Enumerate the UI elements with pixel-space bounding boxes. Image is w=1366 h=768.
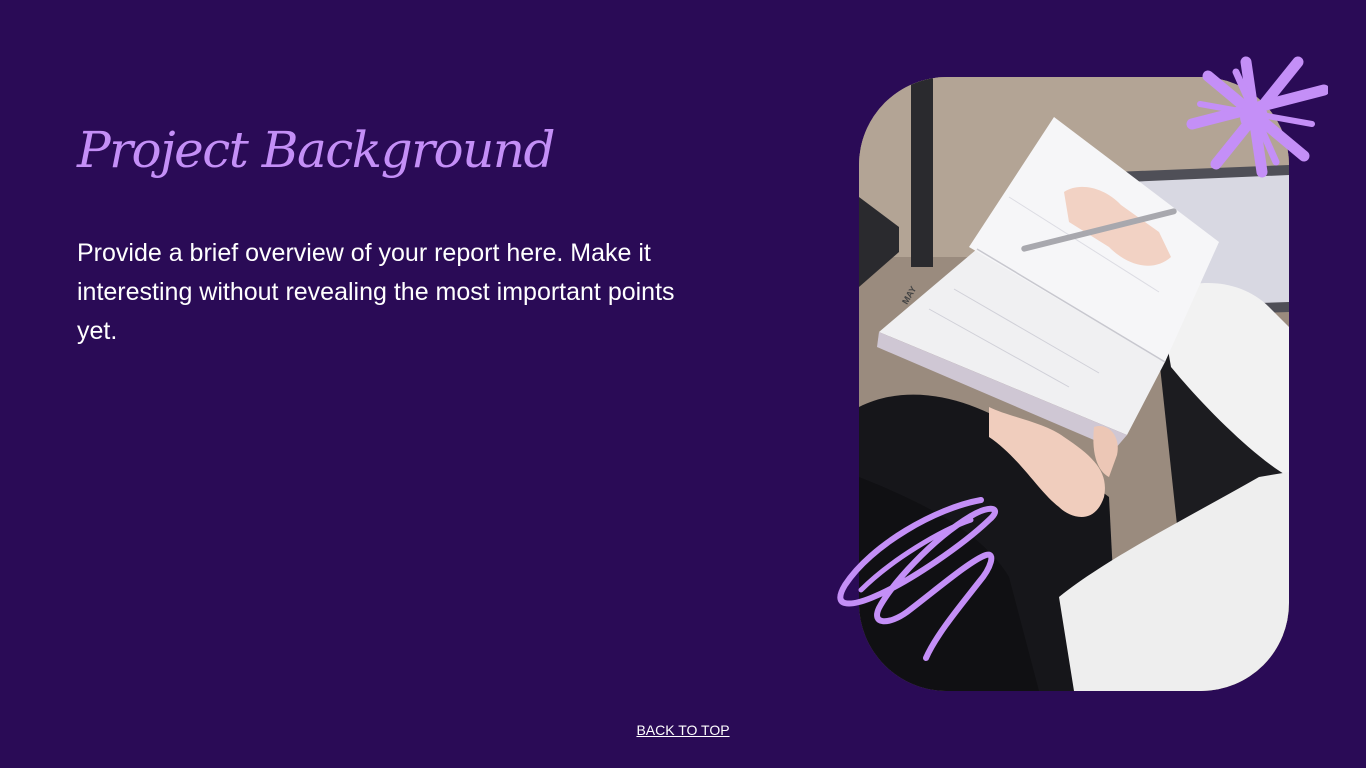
page-title: Project Background xyxy=(77,121,556,179)
body-paragraph: Provide a brief overview of your report … xyxy=(77,239,675,345)
back-to-top-link[interactable]: BACK TO TOP xyxy=(635,720,731,740)
scribble-icon xyxy=(837,497,998,661)
sparkle-star-icon xyxy=(1186,56,1328,178)
slide-page: Project Background Provide a brief overv… xyxy=(0,0,1366,768)
